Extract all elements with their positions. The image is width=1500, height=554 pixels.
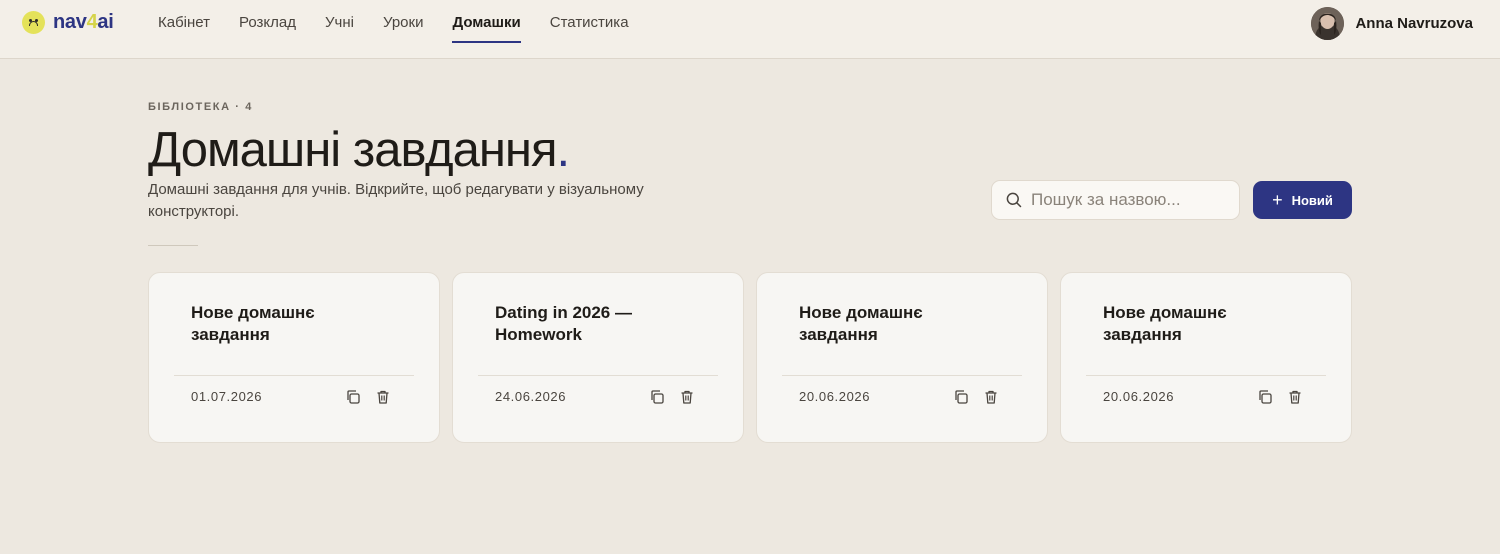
nav-item-statistics[interactable]: Статистика — [550, 0, 629, 43]
card-date: 01.07.2026 — [191, 389, 263, 404]
trash-icon[interactable] — [982, 388, 1000, 406]
card-actions — [1244, 388, 1304, 406]
nav-item-students[interactable]: Учні — [325, 0, 354, 43]
header-divider — [148, 245, 198, 246]
trash-icon[interactable] — [678, 388, 696, 406]
copy-icon[interactable] — [1256, 388, 1274, 406]
homework-card[interactable]: Нове домашнє завдання 01.07.2026 — [148, 272, 440, 443]
top-bar: nav4ai Кабінет Розклад Учні Уроки Домашк… — [0, 0, 1500, 59]
page-subtitle: Домашні завдання для учнів. Відкрийте, щ… — [148, 181, 644, 220]
search-box — [991, 180, 1240, 220]
card-title: Нове домашнє завдання — [799, 303, 923, 344]
library-count-label: БІБЛІОТЕКА · 4 — [148, 101, 253, 113]
plus-icon: + — [1272, 190, 1283, 210]
trash-icon[interactable] — [374, 388, 392, 406]
homework-card[interactable]: Нове домашнє завдання 20.06.2026 — [756, 272, 1048, 443]
card-actions — [636, 388, 696, 406]
card-date: 20.06.2026 — [799, 389, 871, 404]
logo-smile-icon — [22, 11, 45, 34]
logo-text: nav4ai — [53, 11, 114, 33]
search-icon — [1006, 192, 1022, 208]
homework-card-list: Нове домашнє завдання 01.07.2026 Dating … — [148, 272, 1352, 443]
card-title: Нове домашнє завдання — [191, 303, 315, 344]
new-button-label: Новий — [1291, 192, 1333, 208]
homework-card[interactable]: Нове домашнє завдання 20.06.2026 — [1060, 272, 1352, 443]
search-input[interactable] — [1031, 190, 1231, 210]
card-title: Нове домашнє завдання — [1103, 303, 1227, 344]
avatar[interactable] — [1311, 7, 1345, 40]
nav-item-schedule[interactable]: Розклад — [239, 0, 296, 43]
user-name: Anna Navruzova — [1355, 15, 1473, 32]
trash-icon[interactable] — [1286, 388, 1304, 406]
card-divider — [478, 375, 718, 376]
card-actions — [332, 388, 392, 406]
new-homework-button[interactable]: + Новий — [1253, 181, 1352, 219]
page-title: Домашні завдання. — [148, 123, 570, 177]
card-divider — [174, 375, 414, 376]
card-title: Dating in 2026 — Homework — [495, 303, 632, 344]
user-menu[interactable]: Anna Navruzova — [1311, 7, 1473, 40]
card-divider — [1086, 375, 1326, 376]
card-date: 24.06.2026 — [495, 389, 567, 404]
homework-card[interactable]: Dating in 2026 — Homework 24.06.2026 — [452, 272, 744, 443]
card-divider — [782, 375, 1022, 376]
logo[interactable]: nav4ai — [22, 11, 114, 34]
copy-icon[interactable] — [952, 388, 970, 406]
nav-item-cabinet[interactable]: Кабінет — [158, 0, 210, 43]
nav-item-lessons[interactable]: Уроки — [383, 0, 423, 43]
main-nav: Кабінет Розклад Учні Уроки Домашки Стати… — [158, 0, 658, 59]
nav-item-homework[interactable]: Домашки — [452, 0, 522, 43]
copy-icon[interactable] — [344, 388, 362, 406]
copy-icon[interactable] — [648, 388, 666, 406]
card-actions — [940, 388, 1000, 406]
card-date: 20.06.2026 — [1103, 389, 1175, 404]
